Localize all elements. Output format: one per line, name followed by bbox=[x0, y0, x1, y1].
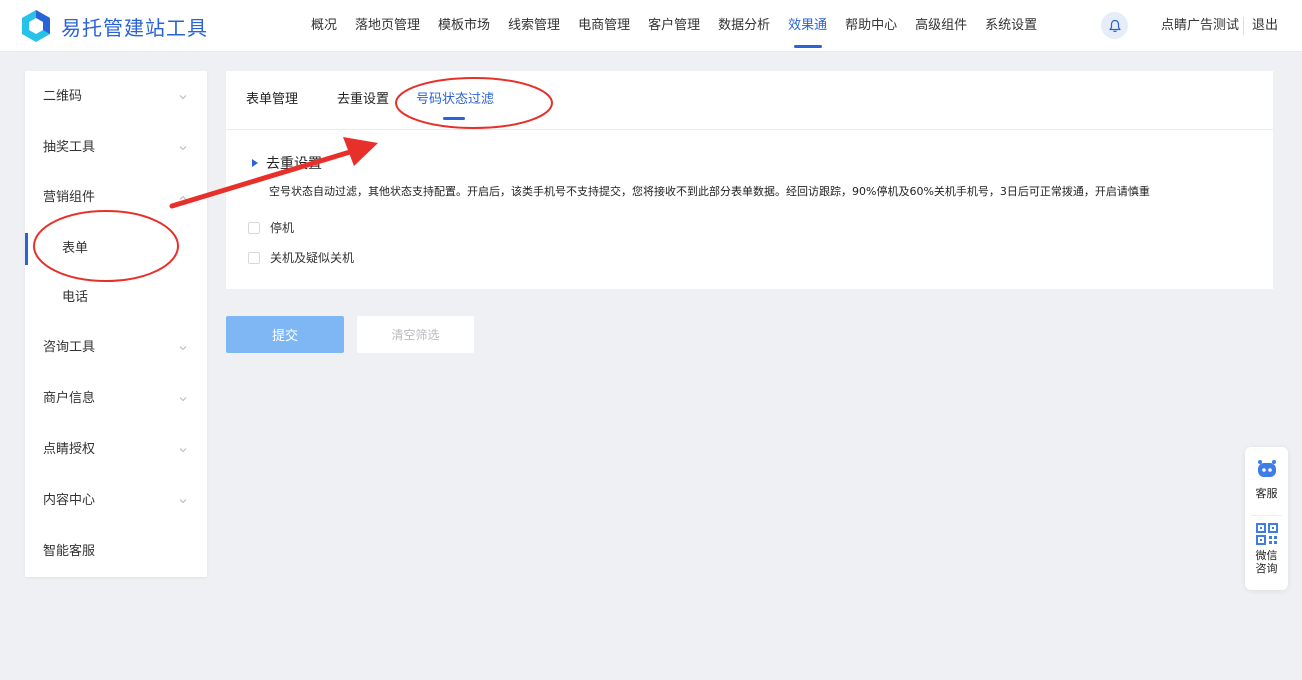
nav-system-settings[interactable]: 系统设置 bbox=[976, 0, 1046, 52]
sidebar-item-label: 智能客服 bbox=[43, 544, 96, 559]
logo-text: 易托管建站工具 bbox=[61, 15, 208, 40]
active-tab-indicator bbox=[443, 117, 465, 120]
robot-icon bbox=[1257, 460, 1276, 477]
nav-effect[interactable]: 效果通 bbox=[779, 0, 836, 52]
sidebar-item-label: 二维码 bbox=[43, 89, 83, 104]
chevron-down-icon bbox=[179, 448, 187, 453]
chevron-up-icon bbox=[179, 195, 187, 200]
chevron-down-icon bbox=[179, 499, 187, 504]
nav-ecommerce[interactable]: 电商管理 bbox=[569, 0, 639, 52]
checkbox[interactable] bbox=[248, 221, 260, 234]
checkbox-label: 停机 bbox=[270, 221, 295, 235]
logo-icon bbox=[22, 10, 50, 42]
widget-divider bbox=[1251, 515, 1282, 516]
nav-overview[interactable]: 概况 bbox=[302, 0, 346, 52]
chevron-down-icon bbox=[179, 397, 187, 402]
tab-form-manage[interactable]: 表单管理 bbox=[246, 71, 298, 130]
sidebar-item-label: 内容中心 bbox=[43, 493, 96, 508]
sidebar-item-label: 电话 bbox=[62, 290, 89, 305]
main-card: 表单管理 去重设置 号码状态过滤 去重设置 空号状态自动过滤，其他状态支持配置。… bbox=[226, 71, 1273, 289]
nav-customers[interactable]: 客户管理 bbox=[639, 0, 709, 52]
chevron-down-icon bbox=[179, 346, 187, 351]
header-divider bbox=[1243, 17, 1244, 35]
service-label: 客服 bbox=[1255, 487, 1278, 500]
sidebar-item-label: 营销组件 bbox=[43, 190, 96, 205]
sidebar-item-ai-service[interactable]: 智能客服 bbox=[25, 532, 207, 572]
top-header: 易托管建站工具 概况 落地页管理 模板市场 线索管理 电商管理 客户管理 数据分… bbox=[0, 0, 1302, 52]
qrcode-icon bbox=[1255, 523, 1278, 545]
nav-template-market[interactable]: 模板市场 bbox=[429, 0, 499, 52]
sidebar-item-auth[interactable]: 点睛授权 bbox=[25, 430, 207, 470]
sidebar-item-phone[interactable]: 电话 bbox=[25, 278, 207, 318]
sidebar: 二维码 抽奖工具 营销组件 表单 电话 咨询工具 商户信息 点睛授权 内容中心 … bbox=[25, 71, 207, 577]
checkbox-label: 关机及疑似关机 bbox=[270, 251, 355, 265]
sidebar-item-label: 点睛授权 bbox=[43, 442, 96, 457]
checkbox-suspended[interactable]: 停机 bbox=[248, 219, 294, 236]
logo[interactable]: 易托管建站工具 bbox=[19, 9, 208, 43]
user-name[interactable]: 点睛广告测试 bbox=[1161, 0, 1239, 52]
sidebar-item-qrcode[interactable]: 二维码 bbox=[25, 77, 207, 117]
floating-service-widget: 客服 微信 咨询 bbox=[1245, 447, 1288, 590]
chevron-down-icon bbox=[179, 146, 187, 151]
bell-icon bbox=[1108, 19, 1121, 32]
nav-help-center[interactable]: 帮助中心 bbox=[836, 0, 906, 52]
tab-dedup-settings[interactable]: 去重设置 bbox=[337, 71, 389, 130]
sidebar-item-content[interactable]: 内容中心 bbox=[25, 481, 207, 521]
section-title-text: 去重设置 bbox=[266, 156, 322, 172]
sidebar-item-merchant[interactable]: 商户信息 bbox=[25, 379, 207, 419]
chevron-down-icon bbox=[179, 95, 187, 100]
checkbox[interactable] bbox=[248, 251, 260, 264]
wechat-label-line1: 微信 bbox=[1255, 549, 1278, 562]
section-title: 去重设置 bbox=[252, 153, 322, 173]
wechat-consult-button[interactable]: 微信 咨询 bbox=[1245, 523, 1288, 575]
tab-number-status-filter[interactable]: 号码状态过滤 bbox=[416, 71, 494, 130]
sidebar-item-form[interactable]: 表单 bbox=[25, 229, 207, 269]
sidebar-item-label: 表单 bbox=[62, 241, 89, 256]
submit-button[interactable]: 提交 bbox=[226, 316, 344, 353]
clear-filter-button[interactable]: 清空筛选 bbox=[357, 316, 474, 353]
tab-bar: 表单管理 去重设置 号码状态过滤 bbox=[226, 71, 1273, 130]
notification-button[interactable] bbox=[1101, 12, 1128, 39]
checkbox-powered-off[interactable]: 关机及疑似关机 bbox=[248, 249, 354, 266]
section-description: 空号状态自动过滤，其他状态支持配置。开启后，该类手机号不支持提交，您将接收不到此… bbox=[269, 185, 1150, 198]
nav-landing-pages[interactable]: 落地页管理 bbox=[346, 0, 429, 52]
nav-leads[interactable]: 线索管理 bbox=[499, 0, 569, 52]
caret-right-icon bbox=[252, 159, 258, 167]
sidebar-item-label: 咨询工具 bbox=[43, 340, 96, 355]
customer-service-button[interactable]: 客服 bbox=[1245, 459, 1288, 501]
sidebar-item-label: 抽奖工具 bbox=[43, 140, 96, 155]
sidebar-item-consult[interactable]: 咨询工具 bbox=[25, 328, 207, 368]
nav-advanced-components[interactable]: 高级组件 bbox=[906, 0, 976, 52]
main-nav: 概况 落地页管理 模板市场 线索管理 电商管理 客户管理 数据分析 效果通 帮助… bbox=[302, 0, 1046, 52]
sidebar-item-lottery[interactable]: 抽奖工具 bbox=[25, 128, 207, 168]
wechat-label-line2: 咨询 bbox=[1255, 562, 1278, 575]
sidebar-item-label: 商户信息 bbox=[43, 391, 96, 406]
sidebar-item-marketing[interactable]: 营销组件 bbox=[25, 178, 207, 218]
nav-analytics[interactable]: 数据分析 bbox=[709, 0, 779, 52]
logout-button[interactable]: 退出 bbox=[1252, 0, 1278, 52]
